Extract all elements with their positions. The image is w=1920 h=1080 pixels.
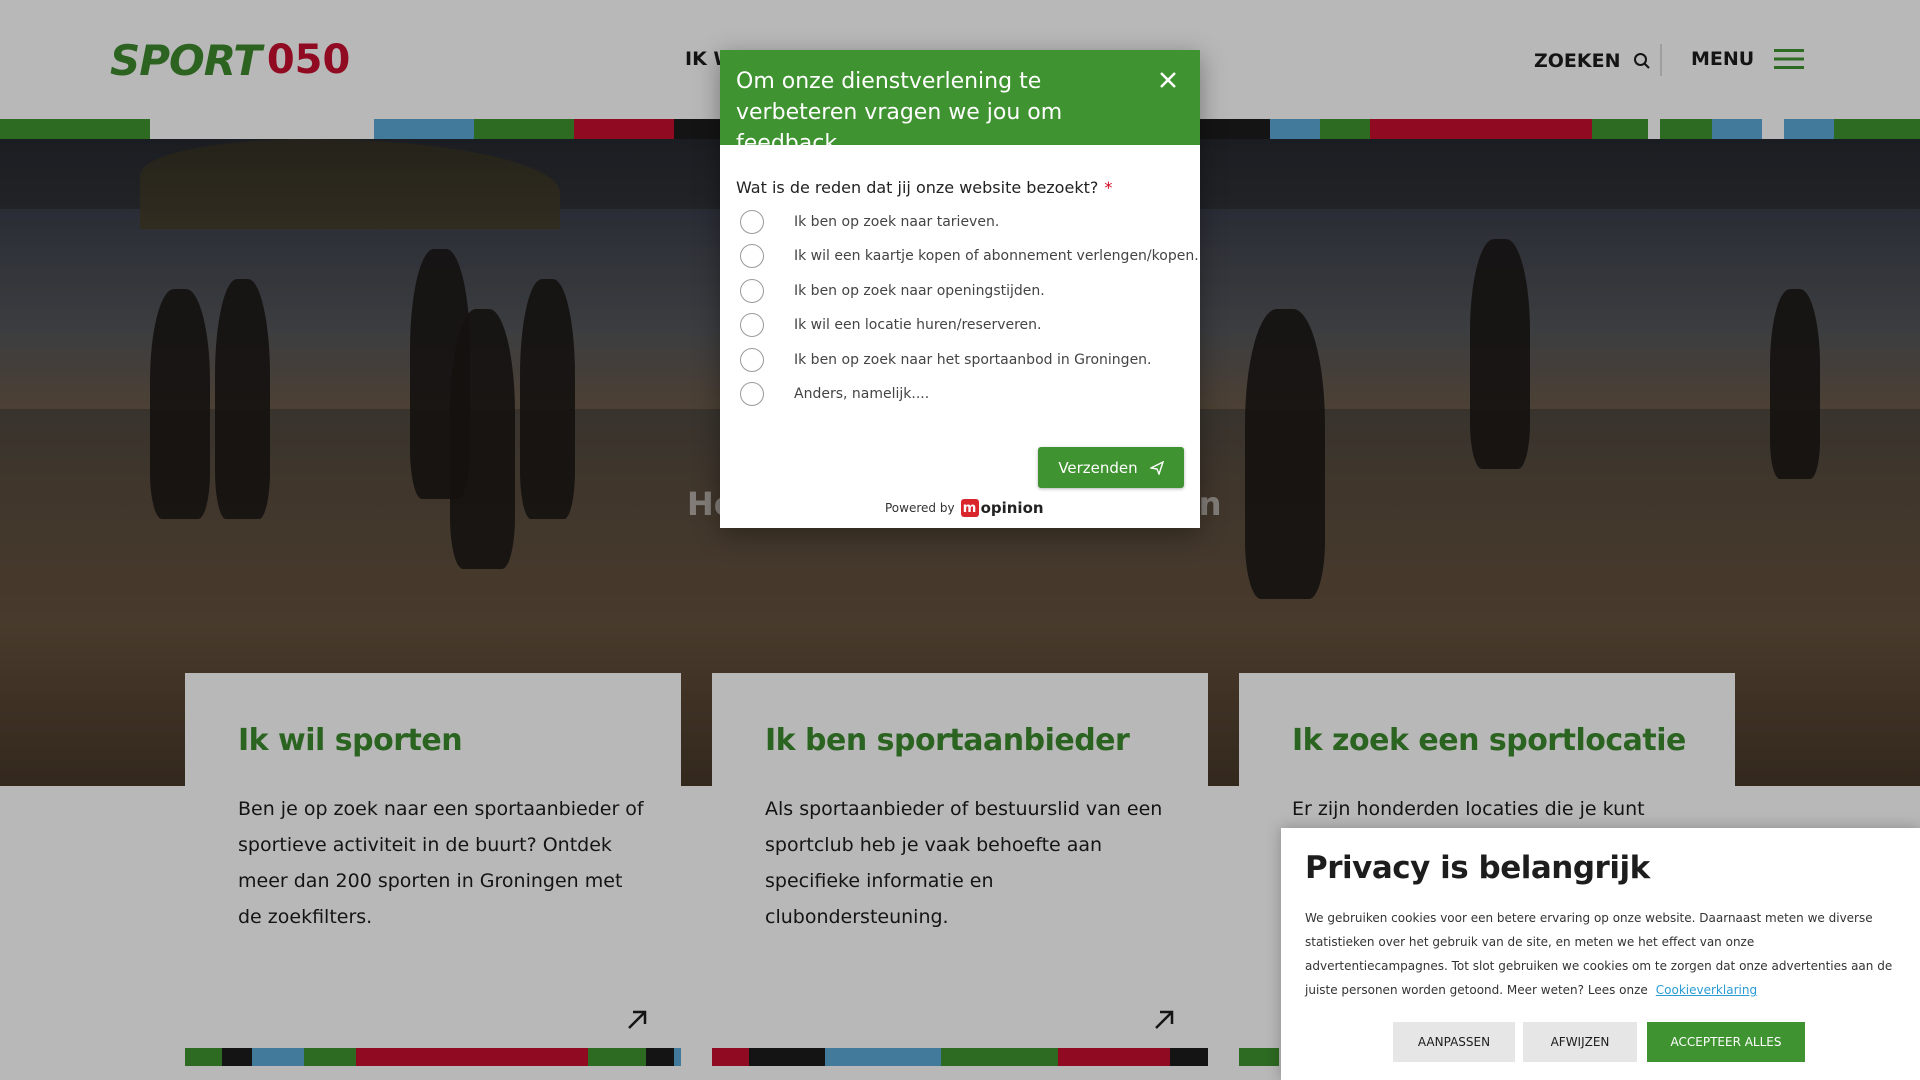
radio-option-label: Ik ben op zoek naar het sportaanbod in G… bbox=[794, 352, 1152, 368]
radio-button[interactable] bbox=[740, 279, 764, 303]
powered-by-text: Powered by bbox=[885, 501, 955, 515]
cookie-text: We gebruiken cookies voor een betere erv… bbox=[1305, 906, 1893, 1002]
customize-button[interactable]: AANPASSEN bbox=[1393, 1022, 1515, 1062]
question-text: Wat is de reden dat jij onze website bez… bbox=[736, 178, 1099, 197]
modal-header: Om onze dienstverlening te verbeteren vr… bbox=[720, 50, 1200, 156]
radio-option[interactable]: Ik ben op zoek naar openingstijden. bbox=[740, 279, 1045, 303]
send-button[interactable]: Verzenden bbox=[1038, 447, 1184, 488]
radio-option[interactable]: Anders, namelijk.... bbox=[740, 382, 929, 406]
powered-by-mopinion[interactable]: Powered by m opinion bbox=[885, 499, 1044, 517]
radio-option[interactable]: Ik wil een locatie huren/reserveren. bbox=[740, 313, 1042, 337]
radio-option-label: Ik wil een locatie huren/reserveren. bbox=[794, 317, 1042, 333]
cookie-policy-link[interactable]: Cookieverklaring bbox=[1656, 983, 1757, 997]
required-asterisk: * bbox=[1104, 178, 1113, 197]
send-label: Verzenden bbox=[1058, 458, 1138, 477]
radio-button[interactable] bbox=[740, 210, 764, 234]
radio-option-label: Ik ben op zoek naar tarieven. bbox=[794, 214, 1000, 230]
radio-option-label: Anders, namelijk.... bbox=[794, 386, 930, 402]
radio-option-label: Ik wil een kaartje kopen of abonnement v… bbox=[794, 248, 1199, 264]
survey-question: Wat is de reden dat jij onze website bez… bbox=[736, 178, 1112, 197]
reject-button[interactable]: AFWIJZEN bbox=[1523, 1022, 1637, 1062]
radio-button[interactable] bbox=[740, 313, 764, 337]
cookie-banner: Privacy is belangrijk We gebruiken cooki… bbox=[1281, 828, 1920, 1080]
paper-plane-icon bbox=[1149, 460, 1164, 475]
modal-title: Om onze dienstverlening te verbeteren vr… bbox=[736, 69, 1063, 156]
mopinion-logo-mark: m bbox=[960, 499, 979, 517]
radio-button[interactable] bbox=[740, 382, 764, 406]
accept-all-button[interactable]: ACCEPTEER ALLES bbox=[1647, 1022, 1805, 1062]
radio-button[interactable] bbox=[740, 348, 764, 372]
radio-option-label: Ik ben op zoek naar openingstijden. bbox=[794, 283, 1045, 299]
cookie-title: Privacy is belangrijk bbox=[1305, 850, 1650, 886]
cookie-body: We gebruiken cookies voor een betere erv… bbox=[1305, 911, 1893, 997]
radio-button[interactable] bbox=[740, 244, 764, 268]
mopinion-brand-text: opinion bbox=[980, 499, 1044, 517]
close-icon[interactable] bbox=[1156, 68, 1180, 92]
feedback-modal: Om onze dienstverlening te verbeteren vr… bbox=[720, 50, 1200, 528]
radio-option[interactable]: Ik ben op zoek naar tarieven. bbox=[740, 210, 999, 234]
radio-option[interactable]: Ik ben op zoek naar het sportaanbod in G… bbox=[740, 348, 1152, 372]
radio-option[interactable]: Ik wil een kaartje kopen of abonnement v… bbox=[740, 244, 1199, 268]
